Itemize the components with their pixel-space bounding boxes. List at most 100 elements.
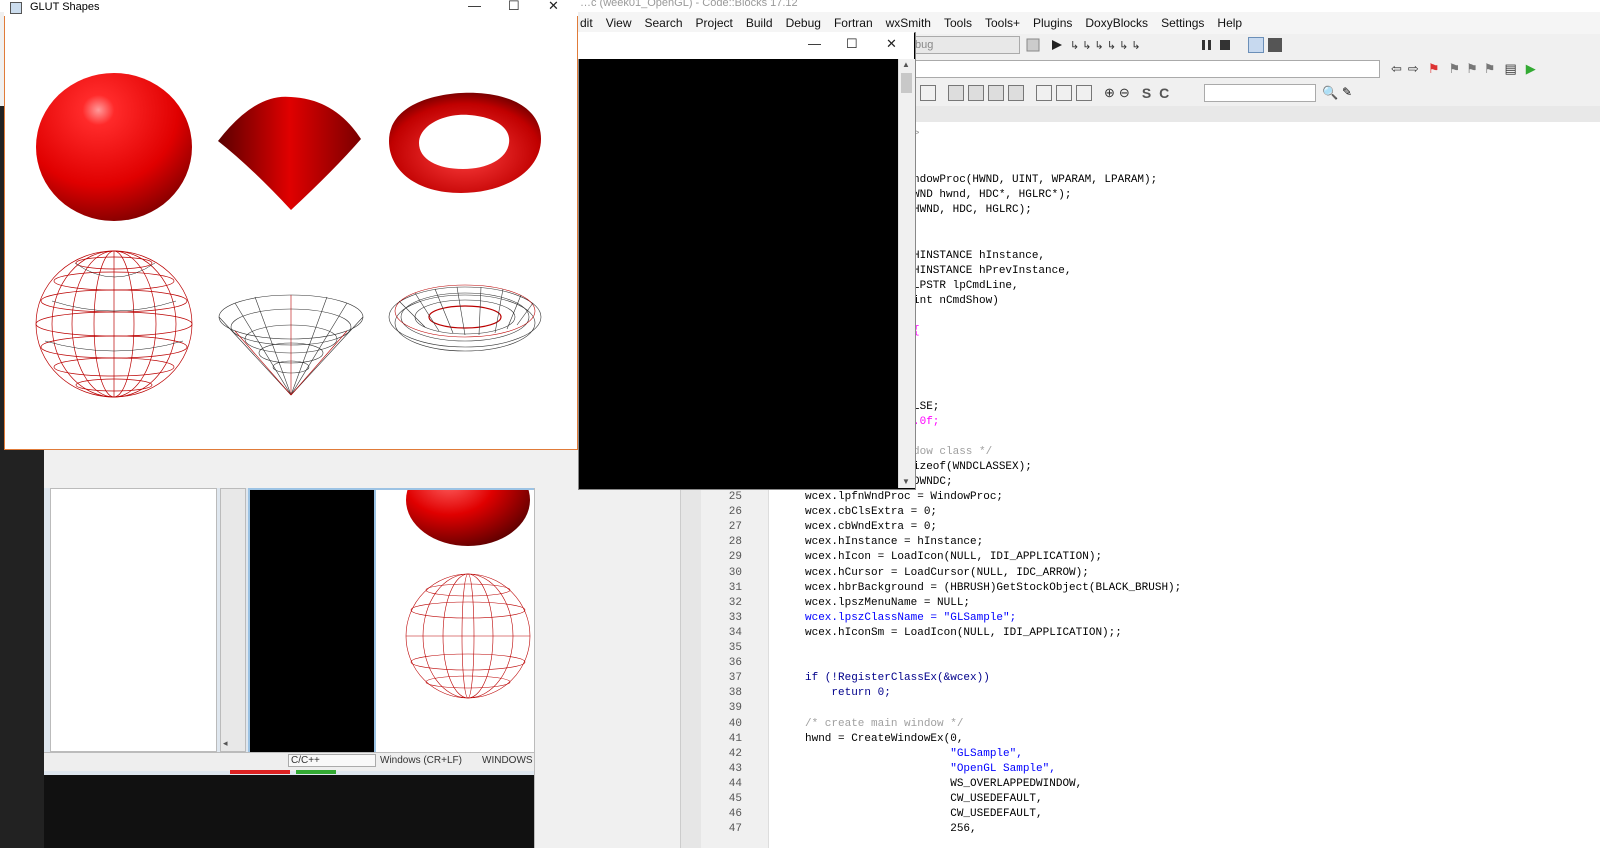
doc-icon[interactable] (920, 85, 936, 101)
code-line: CW_USEDEFAULT, (805, 793, 1043, 805)
scroll-down-icon[interactable]: ▼ (902, 477, 910, 486)
thesaurus-icon[interactable]: C (1159, 85, 1169, 101)
bottom-dark-panel (44, 775, 534, 848)
menu-item-fortran[interactable]: Fortran (834, 16, 873, 30)
line-number: 46 (728, 808, 742, 821)
scroll-up-icon[interactable]: ▲ (902, 60, 910, 69)
scroll-left-icon[interactable]: ◂ (223, 738, 228, 749)
console-close-button[interactable]: ✕ (886, 36, 897, 52)
menu-item-build[interactable]: Build (746, 16, 773, 30)
console-maximize-button[interactable]: ☐ (846, 36, 858, 52)
line-number: 25 (728, 491, 742, 503)
bookmark-flag-icon[interactable]: ⚑ (1428, 61, 1440, 77)
search-icon[interactable]: 🔍 (1322, 85, 1338, 101)
code-line: wcex.cbClsExtra = 0; (805, 506, 938, 519)
code-line: /* create main window */ (805, 717, 964, 730)
search-combo[interactable] (1204, 84, 1316, 102)
console-window[interactable] (578, 32, 916, 490)
frame-icon[interactable] (1056, 85, 1072, 101)
line-number: 45 (728, 793, 742, 805)
code-line-partial: HWND, HDC, HGLRC); (913, 204, 1032, 216)
taskbar-indicator (230, 770, 290, 774)
code-line-partial: int nCmdShow) (913, 295, 999, 307)
app-icon (10, 2, 22, 14)
console-scroll-thumb[interactable] (901, 73, 912, 93)
line-number: 30 (728, 566, 742, 579)
console-minimize-button[interactable]: — (808, 36, 821, 51)
menu-item-wxsmith[interactable]: wxSmith (886, 16, 931, 30)
line-number: 36 (728, 657, 742, 670)
glut-minimize-button[interactable]: — (468, 0, 481, 13)
thumbnail-scrollbar[interactable]: ◂ (220, 488, 246, 752)
menu-item-search[interactable]: Search (644, 16, 682, 30)
line-number: 35 (728, 642, 742, 654)
menu-item-project[interactable]: Project (696, 16, 733, 30)
prev-bookmark-icon[interactable]: ⚑ (1448, 61, 1460, 77)
console-title-bar: — ☐ ✕ (578, 32, 914, 59)
menu-item-settings[interactable]: Settings (1161, 16, 1204, 30)
line-number: 39 (728, 702, 742, 715)
block-icon[interactable] (1008, 85, 1024, 101)
code-line: hwnd = CreateWindowEx(0, (805, 732, 964, 745)
menu-item-tools-[interactable]: Tools+ (985, 16, 1020, 30)
glut-title: GLUT Shapes (30, 1, 100, 13)
spell-check-icon[interactable]: S (1142, 85, 1151, 101)
code-line: return 0; (805, 687, 891, 700)
build-target-select[interactable]: bug (910, 36, 1020, 54)
code-line: wcex.cbWndExtra = 0; (805, 521, 938, 534)
thumbnail-console-window[interactable] (248, 488, 376, 754)
code-line: if (!RegisterClassEx(&wcex)) (805, 672, 990, 685)
thumbnail-glut-window[interactable] (374, 488, 536, 756)
frame-icon[interactable] (1036, 85, 1052, 101)
menu-item-plugins[interactable]: Plugins (1033, 16, 1072, 30)
block-icon[interactable] (968, 85, 984, 101)
code-line-partial: LPSTR lpCmdLine, (913, 280, 1019, 292)
solid-cone (218, 96, 361, 210)
book-icon[interactable]: ▤ (1504, 61, 1516, 77)
frame-icon[interactable] (1076, 85, 1092, 101)
glut-window[interactable] (4, 0, 578, 450)
glut-maximize-button[interactable]: ☐ (508, 0, 520, 14)
info-icon[interactable] (1268, 38, 1282, 52)
code-line: wcex.hInstance = hInstance; (805, 536, 984, 549)
format-toolbar: ⊕ ⊖ S C (918, 85, 1169, 101)
status-bar: C/C++ Windows (CR+LF) WINDOWS (44, 752, 534, 771)
code-line: wcex.lpfnWndProc = WindowProc; (805, 491, 1004, 503)
menu-item-debug[interactable]: Debug (786, 16, 821, 30)
run-icon[interactable]: ▶ (1526, 61, 1536, 77)
window-icon[interactable] (1248, 37, 1264, 53)
nav-toolbar: ⇦ ⇨ ⚑ ⚑ ⚑ ⚑ ▤ ▶ (1388, 61, 1539, 77)
code-line: "OpenGL Sample", (805, 762, 1056, 775)
zoom-out-icon[interactable]: ⊖ (1119, 85, 1130, 101)
menu-item-doxyblocks[interactable]: DoxyBlocks (1085, 16, 1148, 30)
status-language: C/C++ (288, 754, 376, 767)
thumbnail-blank-window[interactable] (50, 488, 217, 752)
next-bookmark-icon[interactable]: ⚑ (1466, 61, 1478, 77)
wire-torus (388, 284, 542, 352)
code-line: "GLSample", (805, 747, 1023, 760)
settings-wrench-icon[interactable]: ✎ (1342, 85, 1352, 99)
zoom-in-icon[interactable]: ⊕ (1104, 85, 1115, 101)
console-scrollbar[interactable]: ▲ ▼ (898, 59, 915, 488)
arrow-left-icon[interactable]: ⇦ (1391, 61, 1402, 77)
line-number: 43 (728, 762, 742, 775)
menu-item-dit[interactable]: dit (580, 16, 593, 30)
debug-toolbar-icons[interactable]: ↳ ↳ ↳ ↳ ↳ ↳ (1026, 37, 1246, 53)
arrow-right-icon[interactable]: ⇨ (1408, 61, 1419, 77)
svg-text:↳ ↳ ↳ ↳ ↳ ↳: ↳ ↳ ↳ ↳ ↳ ↳ (1070, 40, 1141, 52)
clear-bookmarks-icon[interactable]: ⚑ (1484, 61, 1496, 77)
block-icon[interactable] (988, 85, 1004, 101)
line-number: 44 (728, 777, 742, 790)
glut-title-bar: GLUT Shapes — ☐ ✕ (4, 0, 578, 16)
code-line-partial: HINSTANCE hPrevInstance, (913, 265, 1072, 277)
line-number: 27 (728, 521, 742, 534)
menu-item-tools[interactable]: Tools (944, 16, 972, 30)
line-number: 33 (728, 611, 742, 624)
codeblocks-title: …c (week01_OpenGL) - Code::Blocks 17.12 (580, 0, 798, 9)
block-icon[interactable] (948, 85, 964, 101)
menu-item-help[interactable]: Help (1217, 16, 1242, 30)
menu-item-view[interactable]: View (606, 16, 632, 30)
glut-close-button[interactable]: ✕ (548, 0, 559, 14)
solid-torus (389, 92, 541, 193)
code-line: wcex.lpszClassName = "GLSample"; (805, 611, 1017, 624)
